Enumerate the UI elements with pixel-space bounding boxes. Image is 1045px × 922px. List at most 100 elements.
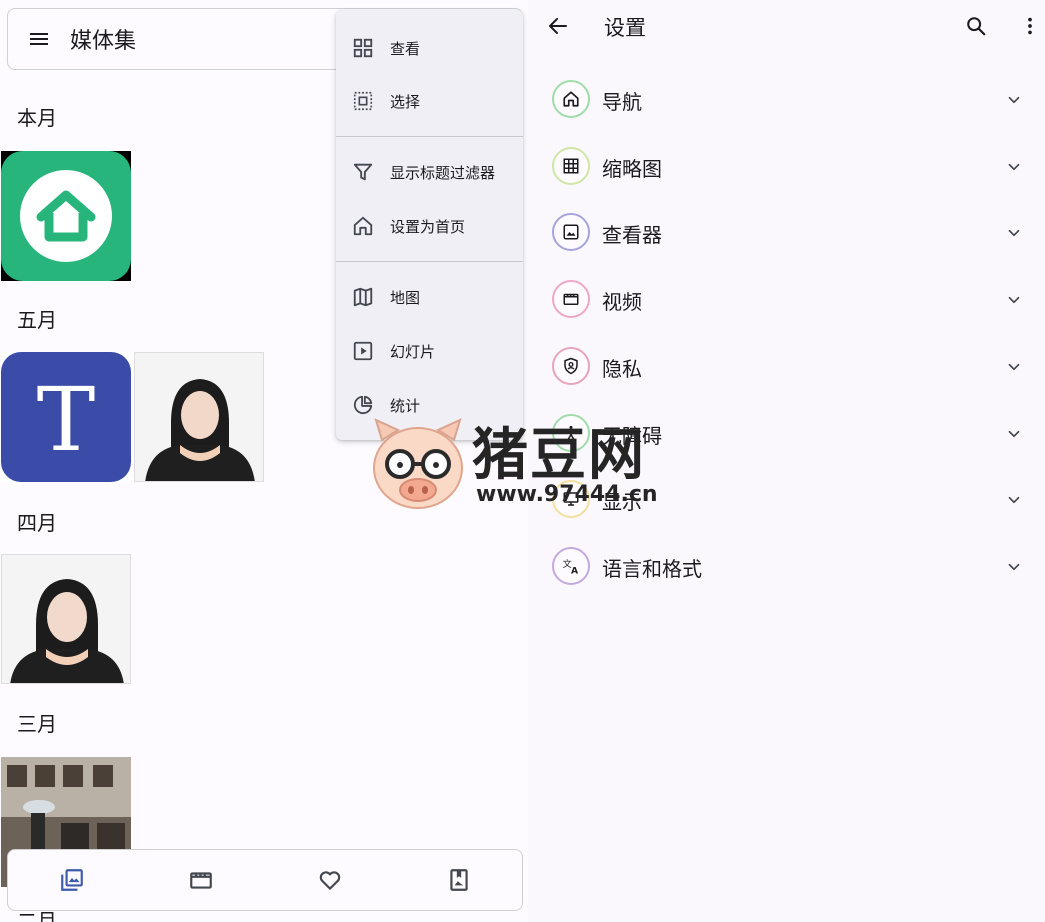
- movie-icon: [190, 872, 212, 889]
- setting-icon-badge: [552, 480, 590, 518]
- chevron-down-icon: [1002, 488, 1026, 512]
- chevron-down-icon: [1002, 155, 1026, 179]
- setting-privacy[interactable]: 隐私: [528, 336, 1045, 396]
- setting-label: 无障碍: [602, 424, 662, 448]
- setting-icon-badge: [552, 147, 590, 185]
- setting-thumbnails[interactable]: 缩略图: [528, 136, 1045, 196]
- setting-label: 导航: [602, 90, 642, 114]
- setting-label: 语言和格式: [602, 557, 702, 581]
- gallery-pane: 媒体集 本月 五月 T 四月 三月 二月 查看 选择 显示标题过滤器 设置为首页…: [0, 0, 528, 922]
- chevron-down-icon: [1002, 288, 1026, 312]
- more-options-button[interactable]: [1008, 4, 1045, 48]
- slideshow-icon: [336, 340, 390, 362]
- typography-app-image: T: [1, 352, 131, 482]
- portrait-image: [2, 555, 130, 683]
- setting-icon-badge: [552, 280, 590, 318]
- nav-albums-button[interactable]: [429, 850, 489, 910]
- app-icon-image: [1, 151, 131, 281]
- grid-icon: [563, 158, 579, 174]
- chevron-down-icon: [1002, 422, 1026, 446]
- select-icon: [336, 90, 390, 112]
- setting-navigation[interactable]: 导航: [528, 69, 1045, 129]
- image-icon: [563, 224, 579, 240]
- setting-icon-badge: [552, 80, 590, 118]
- nav-videos-button[interactable]: [171, 850, 231, 910]
- menu-button[interactable]: [8, 9, 70, 69]
- setting-icon-badge: 文 A: [552, 547, 590, 585]
- nav-favorites-button[interactable]: [300, 850, 360, 910]
- menu-item-stats[interactable]: 统计: [336, 379, 523, 431]
- filter-icon: [336, 161, 390, 183]
- app-title: 媒体集: [70, 29, 137, 54]
- page-title: 设置: [604, 16, 646, 40]
- setting-icon-badge: [552, 213, 590, 251]
- chevron-down-icon: [1002, 88, 1026, 112]
- menu-item-view[interactable]: 查看: [336, 22, 523, 74]
- chevron-down-icon: [1002, 355, 1026, 379]
- menu-item-label: 地图: [390, 288, 421, 307]
- bottom-navigation: [7, 849, 523, 911]
- arrow-back-icon: [549, 18, 567, 34]
- menu-item-slideshow[interactable]: 幻灯片: [336, 325, 523, 377]
- heart-icon: [319, 871, 341, 890]
- portrait-image: [135, 353, 263, 481]
- section-header: 本月: [17, 106, 57, 130]
- menu-item-label: 显示标题过滤器: [390, 163, 496, 182]
- setting-icon-badge: [552, 347, 590, 385]
- settings-top-bar: 设置: [528, 0, 1045, 52]
- menu-divider: [336, 261, 523, 262]
- setting-video[interactable]: 视频: [528, 269, 1045, 329]
- setting-label: 缩略图: [602, 157, 662, 181]
- more-vert-icon: [1028, 17, 1032, 35]
- setting-label: 隐私: [602, 357, 642, 381]
- menu-item-set-as-home[interactable]: 设置为首页: [336, 200, 523, 252]
- menu-item-label: 统计: [390, 396, 421, 415]
- menu-item-label: 选择: [390, 92, 421, 111]
- section-header: 四月: [17, 511, 57, 535]
- setting-label: 视频: [602, 290, 642, 314]
- map-icon: [336, 286, 390, 308]
- search-icon: [967, 17, 986, 36]
- menu-item-show-title-filter[interactable]: 显示标题过滤器: [336, 146, 523, 198]
- menu-item-select[interactable]: 选择: [336, 75, 523, 127]
- movie-icon: [563, 293, 579, 305]
- grid-view-icon: [336, 37, 390, 59]
- setting-display[interactable]: 显示: [528, 469, 1045, 529]
- settings-pane: 设置 导航 缩略图 查看器 视频 隐私 无障碍 显示 文 A 语言和格式: [528, 0, 1045, 922]
- thumbnail-typography-app[interactable]: T: [1, 352, 131, 482]
- home-icon: [563, 91, 579, 107]
- home-icon: [336, 215, 390, 237]
- album-icon: [450, 869, 468, 891]
- translate-icon: 文 A: [563, 558, 579, 577]
- menu-item-map[interactable]: 地图: [336, 271, 523, 323]
- section-header: 五月: [17, 308, 57, 332]
- menu-divider: [336, 136, 523, 137]
- setting-icon-badge: [552, 414, 590, 452]
- setting-label: 查看器: [602, 223, 662, 247]
- nav-photos-button[interactable]: [42, 850, 102, 910]
- menu-item-label: 查看: [390, 39, 421, 58]
- chevron-down-icon: [1002, 221, 1026, 245]
- section-header: 三月: [17, 712, 57, 736]
- menu-item-label: 设置为首页: [390, 217, 466, 236]
- accessibility-icon: [564, 425, 578, 441]
- stats-icon: [336, 394, 390, 416]
- chevron-down-icon: [1002, 555, 1026, 579]
- overflow-menu: 查看 选择 显示标题过滤器 设置为首页 地图 幻灯片 统计: [336, 10, 523, 440]
- shield-icon: [564, 357, 578, 375]
- photo-library-icon: [61, 869, 83, 891]
- menu-icon: [30, 33, 48, 45]
- search-button[interactable]: [954, 4, 998, 48]
- display-icon: [563, 492, 579, 506]
- menu-item-label: 幻灯片: [390, 342, 436, 361]
- svg-text:T: T: [37, 368, 96, 471]
- setting-label: 显示: [602, 490, 642, 514]
- thumbnail-portrait[interactable]: [1, 554, 131, 684]
- setting-accessibility[interactable]: 无障碍: [528, 403, 1045, 463]
- svg-text:A: A: [571, 566, 579, 577]
- setting-language-format[interactable]: 文 A 语言和格式: [528, 536, 1045, 596]
- thumbnail-portrait[interactable]: [134, 352, 264, 482]
- setting-viewer[interactable]: 查看器: [528, 202, 1045, 262]
- thumbnail-app-icon[interactable]: [1, 151, 131, 281]
- back-button[interactable]: [536, 4, 580, 48]
